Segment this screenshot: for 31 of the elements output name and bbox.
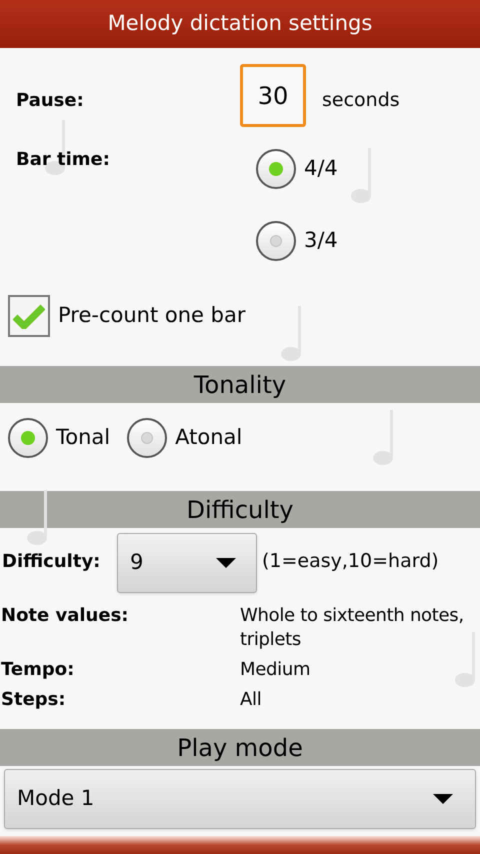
unit-label: seconds [322,88,400,113]
section-header: Difficulty [0,491,480,528]
checkbox[interactable] [8,295,50,337]
option-label: Tonal [56,424,110,452]
field-label: Bar time: [16,148,110,172]
field-label: Steps: [0,688,67,712]
option-label: 3/4 [304,227,338,254]
dropdown-caret-icon [433,794,453,804]
radio-button[interactable] [256,221,296,261]
field-label: Note values: [0,604,130,628]
field-value: All [240,688,262,712]
section-header: Play mode [0,729,480,766]
radio-button[interactable] [127,418,168,458]
field-value: Whole to sixteenth notes, triplets [240,604,465,652]
hint-text: (1=easy,10=hard) [262,548,439,574]
dropdown-caret-icon [216,558,236,568]
field-label: Tempo: [0,658,76,682]
field-value: Medium [240,658,310,682]
radio-button[interactable] [256,149,296,189]
option-label: Atonal [175,424,242,452]
section-header: Tonality [0,366,480,403]
option-label: 4/4 [304,155,338,182]
field-label: Difficulty: [2,550,102,574]
music-note-icon [26,490,50,546]
field-label: Pause: [16,89,84,113]
input-field[interactable]: 30 [240,64,306,127]
dropdown[interactable]: Mode 1 [4,769,476,829]
checkbox-label: Pre-count one bar [58,302,246,330]
dropdown[interactable]: 9 [117,532,257,592]
radio-button[interactable] [8,418,48,458]
window-title: Melody dictation settings [0,0,480,48]
